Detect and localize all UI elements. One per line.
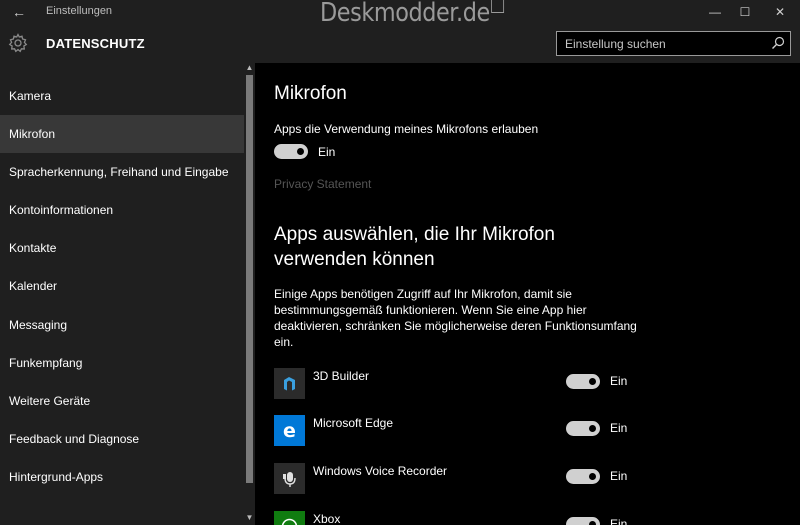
list-item: Windows Voice Recorder Ein bbox=[274, 463, 644, 497]
app-toggle-state: Ein bbox=[610, 517, 628, 525]
app-toggle-3d-builder[interactable] bbox=[566, 374, 600, 389]
minimize-button[interactable]: — bbox=[700, 2, 730, 22]
scrollbar-thumb[interactable] bbox=[246, 75, 253, 483]
sidebar-item-hintergrund-apps[interactable]: Hintergrund-Apps bbox=[0, 458, 244, 496]
sidebar-item-mikrofon[interactable]: Mikrofon bbox=[0, 115, 244, 153]
close-button[interactable]: ✕ bbox=[765, 2, 795, 22]
3d-builder-icon bbox=[274, 368, 305, 399]
back-arrow-icon[interactable]: ← bbox=[10, 3, 28, 21]
watermark-edit-icon bbox=[491, 0, 505, 13]
app-name: Windows Voice Recorder bbox=[313, 464, 448, 478]
scroll-down-icon[interactable]: ▼ bbox=[244, 513, 255, 523]
main-content: Mikrofon Apps die Verwendung meines Mikr… bbox=[255, 63, 800, 525]
sidebar-item-kontakte[interactable]: Kontakte bbox=[0, 229, 244, 267]
voice-recorder-icon bbox=[274, 463, 305, 494]
app-name: 3D Builder bbox=[313, 369, 370, 383]
apps-heading: Apps auswählen, die Ihr Mikrofon verwend… bbox=[274, 224, 555, 270]
page-title: DATENSCHUTZ bbox=[46, 36, 145, 51]
sidebar-item-kamera[interactable]: Kamera bbox=[0, 77, 244, 115]
master-option-label: Apps die Verwendung meines Mikrofons erl… bbox=[274, 122, 539, 136]
window-title: Einstellungen bbox=[46, 5, 113, 17]
app-toggle-state: Ein bbox=[610, 421, 628, 435]
sidebar-item-kontoinformationen[interactable]: Kontoinformationen bbox=[0, 191, 244, 229]
page-header: DATENSCHUTZ Einstellung suchen bbox=[0, 24, 800, 63]
maximize-button[interactable]: ☐ bbox=[730, 2, 760, 22]
app-toggle-microsoft-edge[interactable] bbox=[566, 421, 600, 436]
gear-icon bbox=[8, 33, 28, 53]
privacy-statement-link[interactable]: Privacy Statement bbox=[274, 177, 371, 191]
sidebar-scrollbar[interactable]: ▲ ▼ bbox=[244, 63, 255, 525]
apps-description: Einige Apps benötigen Zugriff auf Ihr Mi… bbox=[274, 287, 637, 349]
search-icon[interactable] bbox=[771, 36, 785, 50]
sidebar-item-messaging[interactable]: Messaging bbox=[0, 306, 244, 344]
app-toggle-state: Ein bbox=[610, 374, 628, 388]
xbox-icon bbox=[274, 511, 305, 525]
title-bar: ← Einstellungen Deskmodder.de — ☐ ✕ bbox=[0, 0, 800, 28]
app-name: Xbox bbox=[313, 512, 341, 525]
sidebar-item-feedback[interactable]: Feedback und Diagnose bbox=[0, 420, 244, 458]
sidebar-item-spracherkennung[interactable]: Spracherkennung, Freihand und Eingabe bbox=[0, 153, 244, 191]
app-toggle-voice-recorder[interactable] bbox=[566, 469, 600, 484]
sidebar: Kamera Mikrofon Spracherkennung, Freihan… bbox=[0, 63, 255, 525]
sidebar-item-kalender[interactable]: Kalender bbox=[0, 267, 244, 305]
master-toggle-state: Ein bbox=[318, 145, 336, 159]
sidebar-item-funkempfang[interactable]: Funkempfang bbox=[0, 344, 244, 382]
list-item: Xbox Ein bbox=[274, 511, 644, 525]
svg-text:e: e bbox=[283, 420, 296, 442]
search-input[interactable]: Einstellung suchen bbox=[556, 31, 791, 56]
section-title: Mikrofon bbox=[274, 83, 347, 104]
master-microphone-toggle[interactable] bbox=[274, 144, 308, 159]
edge-icon: e bbox=[274, 415, 305, 446]
app-toggle-state: Ein bbox=[610, 469, 628, 483]
list-item: e Microsoft Edge Ein bbox=[274, 415, 644, 449]
app-name: Microsoft Edge bbox=[313, 416, 394, 430]
scroll-up-icon[interactable]: ▲ bbox=[244, 63, 255, 73]
app-toggle-xbox[interactable] bbox=[566, 517, 600, 525]
list-item: 3D Builder Ein bbox=[274, 368, 644, 402]
search-placeholder: Einstellung suchen bbox=[565, 37, 666, 51]
sidebar-item-weitere-geraete[interactable]: Weitere Geräte bbox=[0, 382, 244, 420]
